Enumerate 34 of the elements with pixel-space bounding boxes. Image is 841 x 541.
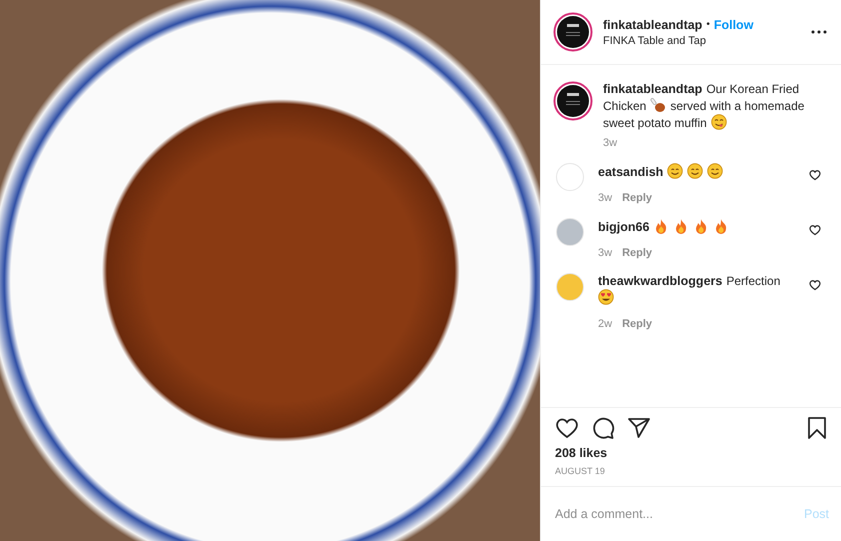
comment-text: sweet potato muffin — [603, 115, 707, 131]
post-date: AUGUST 19 — [555, 466, 606, 476]
comment-text: served with a homemade — [670, 98, 804, 114]
username-link[interactable]: theawkwardbloggers — [598, 273, 722, 289]
comment-text: Perfection — [726, 273, 780, 289]
separator-dot: • — [706, 19, 710, 30]
timestamp: 3w — [598, 192, 612, 204]
heart-icon[interactable] — [809, 279, 821, 291]
comment-icon[interactable] — [591, 416, 615, 440]
timestamp: 3w — [603, 137, 618, 149]
comment-text: Our Korean Fried — [706, 81, 800, 97]
profile-avatar-icon[interactable] — [553, 81, 593, 121]
heart-icon[interactable] — [809, 224, 821, 236]
timestamp: 2w — [598, 318, 612, 330]
username-link[interactable]: finkatableandtap — [603, 81, 702, 97]
username-link[interactable]: bigjon66 — [598, 219, 650, 235]
drumstick-icon — [650, 97, 666, 113]
username-link[interactable]: finkatableandtap — [603, 18, 702, 32]
heart-icon[interactable] — [555, 416, 579, 440]
profile-avatar-icon[interactable] — [553, 12, 593, 52]
smiley-icon — [710, 114, 727, 130]
bookmark-icon[interactable] — [805, 416, 829, 440]
likes-count[interactable]: 208 likes — [555, 446, 829, 460]
smiley-icon — [687, 163, 704, 179]
username-link[interactable]: eatsandish — [598, 164, 664, 180]
share-icon[interactable] — [627, 416, 651, 440]
heart-eyes-icon — [598, 289, 614, 305]
heart-icon[interactable] — [809, 169, 821, 181]
location-text: FINKA Table and Tap — [603, 34, 707, 46]
timestamp: 3w — [598, 247, 612, 259]
more-options-icon[interactable] — [811, 30, 827, 34]
smiley-icon — [667, 163, 684, 179]
smiley-icon — [707, 163, 724, 179]
comment-text: Chicken — [603, 98, 646, 114]
